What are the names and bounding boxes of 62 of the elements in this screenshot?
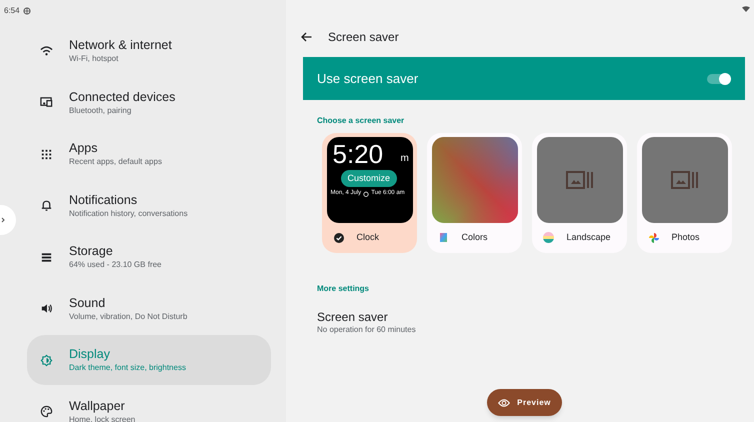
edge-handle[interactable]	[0, 205, 16, 235]
image-gallery-icon	[566, 171, 594, 189]
item-title: Wallpaper	[69, 398, 126, 414]
card-label: Photos	[672, 231, 700, 244]
item-subtitle: 64% used - 23.10 GB free	[69, 259, 162, 270]
screen-saver-card[interactable]: Colors	[427, 133, 522, 253]
pinwheel-icon	[648, 232, 658, 243]
image-gallery-icon	[670, 171, 698, 189]
wifi-icon	[40, 44, 53, 58]
screen-saver-card[interactable]: Landscape	[532, 133, 627, 253]
apps-grid-icon	[40, 148, 53, 160]
alarm-icon	[363, 190, 370, 196]
settings-row[interactable]: Screen saver No operation for 60 minutes	[317, 310, 517, 335]
gradient-square-icon	[440, 233, 447, 242]
sidebar-item[interactable]: Sound Volume, vibration, Do Not Disturb	[27, 284, 271, 334]
palette-icon	[40, 405, 53, 418]
page-title: Screen saver	[328, 29, 399, 46]
item-subtitle: Recent apps, default apps	[69, 156, 162, 167]
toggle-switch[interactable]	[707, 74, 731, 84]
item-title: Network & internet	[69, 38, 172, 53]
eye-icon	[498, 398, 510, 406]
status-time: 6:54	[4, 7, 20, 15]
check-circle-icon	[334, 232, 344, 243]
section-heading: More settings	[317, 283, 370, 295]
switch-label: Use screen saver	[317, 70, 418, 88]
sidebar-item[interactable]: Storage 64% used - 23.10 GB free	[27, 232, 271, 282]
card-label: Clock	[356, 231, 380, 244]
landscape-circle-icon	[543, 232, 554, 244]
preview-button[interactable]: Preview	[487, 389, 562, 416]
settings-icon	[22, 7, 31, 15]
sidebar-item[interactable]: Apps Recent apps, default apps	[27, 129, 271, 179]
item-title: Connected devices	[69, 90, 176, 104]
item-title: Display	[69, 347, 111, 362]
sidebar-item[interactable]: Connected devices Bluetooth, pairing	[27, 78, 271, 128]
section-heading: Choose a screen saver	[317, 115, 406, 127]
item-subtitle: Wi-Fi, hotspot	[69, 53, 120, 64]
card-label: Colors	[462, 231, 488, 244]
item-subtitle: Dark theme, font size, brightness	[69, 362, 186, 373]
clock-time: 5:20	[332, 141, 384, 167]
use-screen-saver-bar[interactable]: Use screen saver	[303, 57, 745, 100]
back-arrow-icon[interactable]	[301, 32, 312, 42]
sidebar-item[interactable]: Network & internet Wi-Fi, hotspot	[27, 26, 271, 76]
sidebar-item[interactable]: Notifications Notification history, conversations	[27, 180, 271, 230]
setting-subtitle: No operation for 60 minutes	[317, 324, 417, 335]
devices-icon	[40, 96, 53, 109]
item-subtitle: Volume, vibration, Do Not Disturb	[69, 310, 188, 322]
item-subtitle: Bluetooth, pairing	[69, 104, 132, 116]
storage-icon	[40, 250, 53, 264]
screen-saver-card[interactable]: Photos	[637, 133, 732, 253]
chevron-right-icon	[1, 217, 5, 223]
item-title: Storage	[69, 244, 114, 259]
item-title: Apps	[69, 141, 98, 156]
item-subtitle: Notification history, conversations	[69, 208, 188, 218]
item-title: Sound	[69, 296, 106, 310]
brightness-icon	[40, 354, 53, 366]
bell-icon	[40, 199, 53, 212]
clock-suffix: m	[400, 153, 409, 164]
speaker-icon	[40, 302, 53, 315]
wifi-signal-icon	[742, 6, 750, 12]
setting-title: Screen saver	[317, 310, 389, 324]
item-title: Notifications	[69, 192, 138, 208]
card-label: Landscape	[566, 231, 611, 244]
